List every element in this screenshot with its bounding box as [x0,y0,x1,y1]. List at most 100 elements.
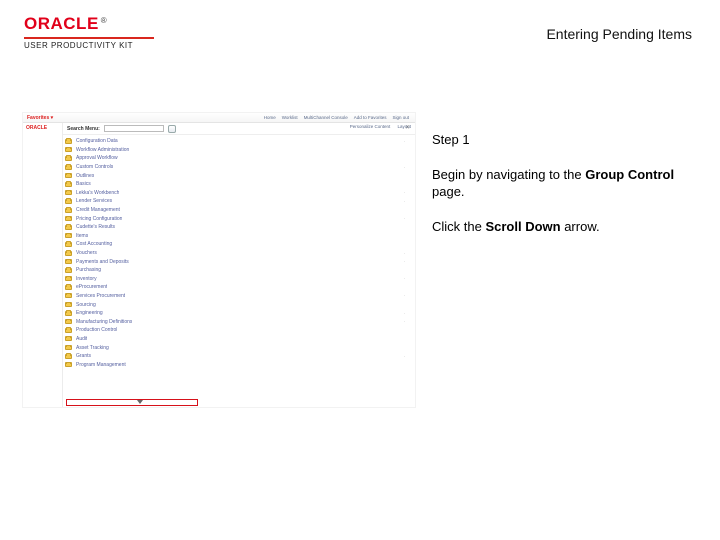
folder-icon [65,165,72,170]
nav-item-label: Vouchers [76,250,97,256]
folder-icon [65,311,72,316]
nav-item[interactable]: Asset Tracking [65,343,415,352]
instr2-post: arrow. [561,219,600,234]
topnav-worklist[interactable]: Worklist [282,115,298,120]
instruction-panel: Step 1 Begin by navigating to the Group … [432,132,684,254]
nav-item-label: Cudette's Results [76,224,115,230]
app-left-rail: ORACLE [23,123,63,407]
instruction-line-1: Begin by navigating to the Group Control… [432,167,684,201]
folder-icon [65,259,72,264]
folder-icon [65,208,72,213]
nav-item[interactable]: Vouchers · [65,249,415,258]
expand-marker: · [404,216,405,221]
folder-icon [65,302,72,307]
personalize-content-link[interactable]: Personalize Content [350,124,391,129]
nav-item-label: Services Procurement [76,293,125,299]
instr2-pre: Click the [432,219,485,234]
nav-item[interactable]: Custom Controls · [65,163,415,172]
search-go-button[interactable] [168,125,176,133]
scroll-down-icon[interactable] [137,400,143,404]
nav-item[interactable]: Production Control [65,326,415,335]
page-title: Entering Pending Items [546,26,692,42]
search-label: Search Menu: [67,126,100,132]
nav-item[interactable]: Approval Workflow [65,154,415,163]
nav-item[interactable]: Audit [65,335,415,344]
nav-item[interactable]: Lender Services· [65,197,415,206]
nav-item[interactable]: Inventory· [65,275,415,284]
topnav-addfav[interactable]: Add to Favorites [354,115,387,120]
nav-item[interactable]: Credit Management [65,206,415,215]
content-toolbar: Personalize Content Layout [344,124,411,129]
nav-item[interactable]: Workflow Administration [65,146,415,155]
nav-item[interactable]: Outlines [65,171,415,180]
nav-item[interactable]: Program Management [65,360,415,369]
nav-item-label: Pricing Configuration [76,216,122,222]
nav-item-label: Manufacturing Definitions [76,319,132,325]
nav-item[interactable]: Manufacturing Definitions · [65,317,415,326]
folder-icon [65,242,72,247]
nav-item-label: Payments and Deposits [76,259,129,265]
instr2-bold: Scroll Down [485,219,560,234]
topnav-mcc[interactable]: MultiChannel Console [304,115,348,120]
step-label: Step 1 [432,132,684,149]
nav-item-label: eProcurement [76,284,107,290]
brand-word: ORACLE [24,14,99,33]
nav-item[interactable]: Lekka's Workbench · [65,189,415,198]
nav-item[interactable]: Grants· [65,352,415,361]
nav-item[interactable]: Basics [65,180,415,189]
nav-item[interactable]: Cost Accounting [65,240,415,249]
expand-marker: · [404,251,405,256]
folder-icon [65,362,72,367]
search-input[interactable] [104,125,164,132]
nav-item-label: Grants [76,353,91,359]
nav-item-label: Custom Controls [76,164,113,170]
nav-item-label: Basics [76,181,91,187]
folder-icon [65,139,72,144]
topnav-home[interactable]: Home [264,115,276,120]
app-screenshot: Favorites ▾ Home Worklist MultiChannel C… [22,112,416,408]
expand-marker: · [404,165,405,170]
folder-icon [65,336,72,341]
folder-icon [65,354,72,359]
nav-item[interactable]: Services Procurement· [65,292,415,301]
topnav-signout[interactable]: Sign out [392,115,409,120]
nav-item-label: Outlines [76,173,94,179]
nav-item-label: Lekka's Workbench [76,190,119,196]
folder-icon [65,293,72,298]
mini-brand: ORACLE [23,123,62,133]
nav-item-label: Audit [76,336,87,342]
folder-icon [65,216,72,221]
folder-icon [65,251,72,256]
instr1-post: page. [432,184,465,199]
nav-item-label: Credit Management [76,207,120,213]
nav-item-label: Cost Accounting [76,241,112,247]
nav-item[interactable]: Pricing Configuration · [65,214,415,223]
favorites-menu[interactable]: Favorites ▾ [27,115,53,121]
nav-item-label: Asset Tracking [76,345,109,351]
nav-item[interactable]: Purchasing [65,266,415,275]
brand-rule [24,37,154,39]
folder-icon [65,156,72,161]
instr1-bold: Group Control [585,167,674,182]
folder-icon [65,345,72,350]
layout-link[interactable]: Layout [397,124,411,129]
nav-item[interactable]: Cudette's Results [65,223,415,232]
nav-item[interactable]: Sourcing [65,300,415,309]
expand-marker: · [404,311,405,316]
nav-item[interactable]: Payments and Deposits· [65,257,415,266]
nav-item-label: Engineering [76,310,103,316]
nav-item[interactable]: Engineering · [65,309,415,318]
nav-item-label: Purchasing [76,267,101,273]
nav-item-label: Production Control [76,327,117,333]
brand-subtitle: USER PRODUCTIVITY KIT [24,41,154,50]
brand-registered: ® [101,16,107,25]
nav-item-label: Workflow Administration [76,147,129,153]
nav-item[interactable]: Items [65,232,415,241]
folder-icon [65,173,72,178]
nav-item[interactable]: Configuration Data· [65,137,415,146]
instruction-line-2: Click the Scroll Down arrow. [432,219,684,236]
folder-icon [65,276,72,281]
expand-marker: · [404,190,405,195]
expand-marker: · [404,319,405,324]
nav-item[interactable]: eProcurement [65,283,415,292]
